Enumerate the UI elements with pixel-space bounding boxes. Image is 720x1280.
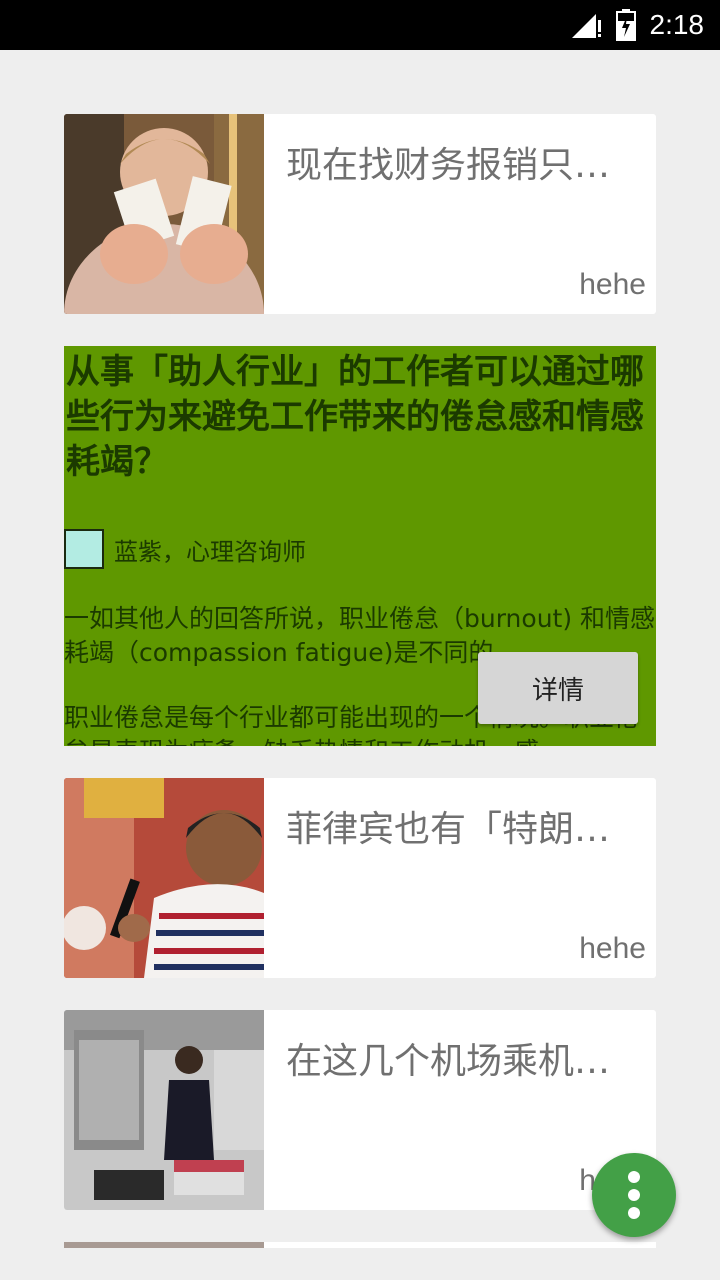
card-title: 在这几个机场乘机…	[286, 1041, 611, 1082]
article-card[interactable]: 现在找财务报销只… hehe	[64, 114, 656, 314]
airport-luggage-photo	[64, 1010, 264, 1210]
card-author: hehe	[579, 268, 646, 301]
man-with-microphone-photo	[64, 778, 264, 978]
card-thumbnail	[64, 1242, 264, 1248]
detail-button[interactable]: 详情	[478, 652, 638, 724]
battery-icon	[615, 9, 636, 41]
article-card-partial[interactable]	[64, 1242, 656, 1248]
article-card[interactable]: 菲律宾也有「特朗… hehe	[64, 778, 656, 978]
more-menu-button[interactable]	[592, 1153, 676, 1237]
signal-icon	[571, 14, 601, 38]
feature-title: 从事「助人行业」的工作者可以通过哪些行为来避免工作带来的倦怠感和情感耗竭？	[66, 352, 644, 482]
author-row: 蓝紫，心理咨询师	[64, 528, 306, 570]
more-vert-icon-dot	[628, 1189, 640, 1201]
person-holding-receipts-photo	[64, 114, 264, 314]
article-card[interactable]: 在这几个机场乘机… hehe	[64, 1010, 656, 1210]
card-title: 现在找财务报销只…	[286, 145, 611, 186]
card-author: hehe	[579, 932, 646, 965]
status-icons: 2:18	[570, 0, 705, 50]
status-bar: 2:18	[0, 0, 720, 50]
more-vert-icon-dot	[628, 1207, 640, 1219]
more-vert-icon	[628, 1171, 640, 1183]
avatar	[64, 529, 104, 569]
author-name: 蓝紫，心理咨询师	[114, 537, 306, 566]
card-title: 菲律宾也有「特朗…	[286, 809, 611, 850]
status-time: 2:18	[649, 9, 705, 40]
